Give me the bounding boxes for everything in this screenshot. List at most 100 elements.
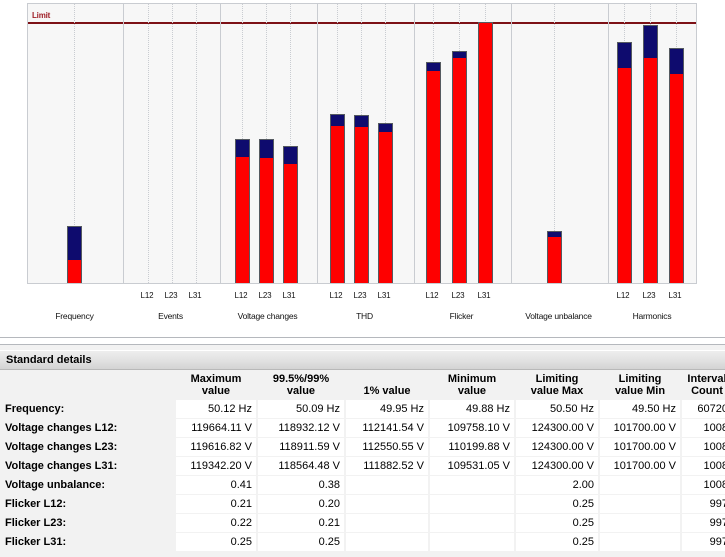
chart-bar-red-segment [617, 67, 631, 283]
chart-bar [546, 231, 562, 283]
chart-axis-labels: Frequency L12 L23 L31 Events L12 L23 L31 Voltage… [27, 284, 697, 337]
chart-group-label-events: Events [158, 311, 183, 321]
table-cell-r2-c2: 112550.55 V [346, 438, 428, 456]
table-cell-r0-c2: 49.95 Hz [346, 400, 428, 418]
limit-label: Limit [32, 11, 51, 20]
table-cell-r7-c4: 0.25 [516, 533, 598, 551]
chart-bar [425, 61, 441, 283]
table-cell-r5-c4: 0.25 [516, 495, 598, 513]
chart-bar [451, 51, 467, 283]
table-cell-r7-c0: 0.25 [176, 533, 256, 551]
table-row: Frequency: 50.12 Hz 50.09 Hz 49.95 Hz 49.88 … [2, 400, 725, 418]
table-row-label: Voltage changes L31: [5, 460, 118, 472]
table-cell-r2-c5: 101700.00 V [600, 438, 680, 456]
table-cell-r0-c5: 49.50 Hz [600, 400, 680, 418]
table-column-header-7: Interval Count [687, 373, 725, 397]
table-cell-r7-c3 [430, 533, 514, 551]
table-cell-r4-c3 [430, 476, 514, 494]
chart-bar [477, 22, 493, 283]
table-cell-r6-c5 [600, 514, 680, 532]
chart-bar [642, 24, 658, 283]
chart-group-label-voltage-unbalance: Voltage unbalance [525, 311, 592, 321]
table-column-header-2: 99.5%/99% value [272, 373, 330, 397]
table-cell-r5-c6: 997 [682, 495, 725, 513]
chart-bar [616, 41, 632, 283]
table-header-row: Maximum value 99.5%/99% value 1% value Minimu… [2, 372, 725, 399]
table-row: Voltage changes L23: 119616.82 V 118911.59… [2, 438, 725, 456]
chart-group-label-frequency: Frequency [55, 311, 94, 321]
chart-bar [234, 139, 250, 283]
table-cell-r1-c4: 124300.00 V [516, 419, 598, 437]
table-row-label: Voltage changes L12: [5, 422, 118, 434]
table-cell-r6-c0: 0.22 [176, 514, 256, 532]
table-cell-r1-c0: 119664.11 V [176, 419, 256, 437]
table-cell-r6-c6: 997 [682, 514, 725, 532]
chart-plot-area: Limit [27, 3, 697, 284]
chart-phase-label-l31: L31 [477, 291, 491, 300]
table-row-label: Frequency: [5, 403, 65, 415]
table-cell-r0-c3: 49.88 Hz [430, 400, 514, 418]
chart-group-label-flicker: Flicker [449, 311, 474, 321]
table-cell-r3-c2: 111882.52 V [346, 457, 428, 475]
table-column-header-5: Limiting value Max [530, 373, 584, 397]
table-cell-r2-c0: 119616.82 V [176, 438, 256, 456]
table-row: Voltage unbalance: 0.41 0.38 2.00 1008 [2, 476, 725, 494]
table-cell-r3-c4: 124300.00 V [516, 457, 598, 475]
table-cell-r4-c6: 1008 [682, 476, 725, 494]
table-cell-r6-c4: 0.25 [516, 514, 598, 532]
table-row-label: Voltage changes L23: [5, 441, 118, 453]
table-cell-r5-c0: 0.21 [176, 495, 256, 513]
chart-bar [66, 225, 82, 283]
chart-bar-red-segment [259, 157, 273, 283]
chart-bar-red-segment [669, 73, 683, 283]
chart-group-label-thd: THD [356, 311, 373, 321]
table-cell-r0-c0: 50.12 Hz [176, 400, 256, 418]
chart-bar [377, 122, 393, 283]
chart-gridline [196, 4, 198, 283]
chart-section-divider [511, 4, 512, 283]
chart-phase-label-l31: L31 [668, 291, 682, 300]
chart-bar-red-segment [643, 57, 657, 283]
table-column-header-1: Maximum value [190, 373, 242, 397]
table-cell-r1-c6: 1008 [682, 419, 725, 437]
table-cell-r0-c1: 50.09 Hz [258, 400, 344, 418]
table-column-header-6: Limiting value Min [614, 373, 666, 397]
chart-group-label-voltage-changes: Voltage changes [237, 311, 298, 321]
chart-phase-label-l31: L31 [188, 291, 202, 300]
chart-phase-label-l31: L31 [377, 291, 391, 300]
table-row-label: Flicker L31: [5, 536, 67, 548]
table-cell-r2-c4: 124300.00 V [516, 438, 598, 456]
table-cell-r2-c6: 1008 [682, 438, 725, 456]
table-cell-r4-c0: 0.41 [176, 476, 256, 494]
table-cell-r1-c2: 112141.54 V [346, 419, 428, 437]
table-column-header-3: 1% value [363, 385, 411, 397]
table-cell-r5-c2 [346, 495, 428, 513]
table-row: Voltage changes L12: 119664.11 V 118932.12… [2, 419, 725, 437]
table-cell-r4-c1: 0.38 [258, 476, 344, 494]
table-row: Flicker L12: 0.21 0.20 0.25 997 [2, 495, 725, 513]
chart-section-divider [317, 4, 318, 283]
table-row-label: Flicker L23: [5, 517, 67, 529]
table-row: Voltage changes L31: 119342.20 V 118564.48… [2, 457, 725, 475]
table-cell-r2-c1: 118911.59 V [258, 438, 344, 456]
chart-bar [329, 113, 345, 283]
table-row: Flicker L23: 0.22 0.21 0.25 997 [2, 514, 725, 532]
table-cell-r1-c1: 118932.12 V [258, 419, 344, 437]
standard-details-title: Standard details [6, 354, 92, 366]
chart-bar-red-segment [478, 23, 492, 283]
chart-bar [668, 48, 684, 283]
table-cell-r5-c3 [430, 495, 514, 513]
chart-bar [353, 114, 369, 283]
table-cell-r7-c5 [600, 533, 680, 551]
chart-gridline [148, 4, 150, 283]
table-cell-r4-c5 [600, 476, 680, 494]
panel-separator [0, 337, 725, 345]
chart-bar-red-segment [283, 164, 297, 283]
table-body: Frequency: 50.12 Hz 50.09 Hz 49.95 Hz 49.88 … [2, 400, 725, 551]
table-cell-r6-c2 [346, 514, 428, 532]
table-cell-r3-c6: 1008 [682, 457, 725, 475]
chart-bar [258, 139, 274, 283]
chart-section-divider [608, 4, 609, 283]
table-cell-r3-c3: 109531.05 V [430, 457, 514, 475]
chart-bar-red-segment [378, 131, 392, 283]
